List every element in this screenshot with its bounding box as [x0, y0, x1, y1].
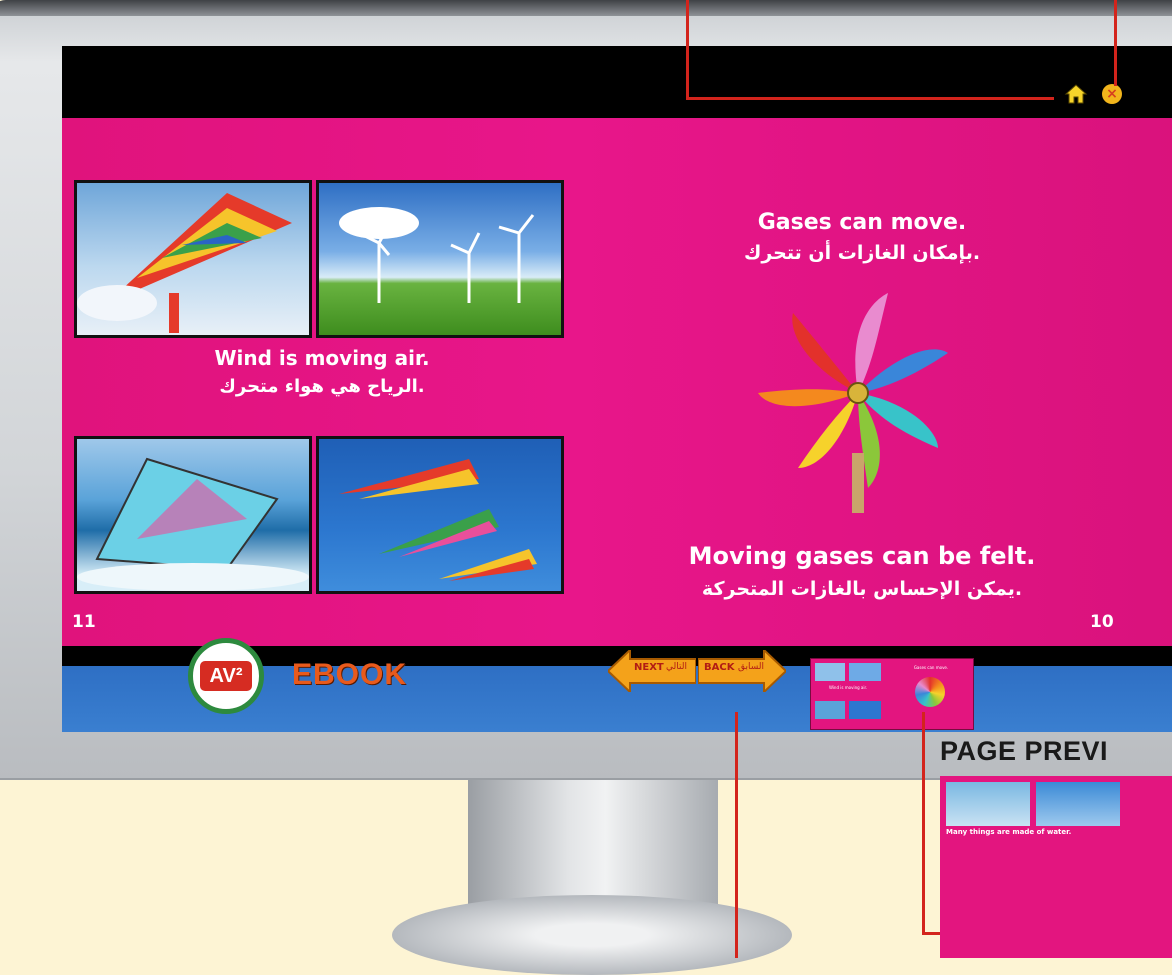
av2-logo-text: AV² — [200, 661, 252, 691]
page-preview-thumbnail[interactable]: Wind is moving air. Gases can move. — [810, 658, 974, 730]
next-label: NEXT — [634, 662, 664, 673]
close-icon[interactable]: × — [1102, 84, 1122, 104]
callout-preview-image: Many things are made of water. — [940, 776, 1172, 958]
next-label-ar: التالي — [666, 662, 687, 672]
right-heading-ar: بإمكان الغازات أن تتحرك. — [743, 242, 981, 264]
windsurfer-photo — [74, 436, 312, 594]
left-caption-ar: الرياح هي هواء متحرك. — [219, 376, 425, 397]
right-caption-ar: يمكن الإحساس بالغازات المتحركة. — [701, 578, 1023, 600]
ebook-screen: × Wind is moving air. الرياح هي هواء متح… — [62, 46, 1172, 732]
callout-line — [686, 97, 1054, 100]
back-label: BACK — [704, 662, 735, 673]
monitor-stand-base — [392, 895, 792, 975]
preview-pinwheel — [915, 677, 945, 707]
back-label-ar: السابق — [738, 662, 765, 672]
right-caption-en: Moving gases can be felt. — [688, 542, 1036, 570]
left-page-number: 11 — [72, 612, 96, 632]
callout-line — [922, 932, 942, 935]
av2-logo[interactable]: AV² — [188, 638, 264, 714]
bottom-toolbar: AV² EBOOK NEXT التالي BACK السابق Wind i… — [62, 638, 1172, 732]
page-preview-callout-label: PAGE PREVI — [940, 736, 1109, 766]
callout-line — [1114, 0, 1117, 86]
left-caption-en: Wind is moving air. — [214, 346, 430, 370]
callout-line — [686, 0, 689, 100]
top-bar: × — [62, 46, 1172, 118]
preview-heading: Gases can move. — [913, 665, 949, 670]
right-heading-en: Gases can move. — [757, 210, 967, 235]
callout-line — [735, 712, 738, 958]
next-button[interactable]: NEXT التالي — [606, 647, 697, 695]
back-button[interactable]: BACK السابق — [697, 647, 788, 695]
callout-preview-caption: Many things are made of water. — [946, 828, 1072, 836]
monitor-top-edge — [0, 0, 1172, 16]
right-page-number: 10 — [1090, 612, 1114, 632]
callout-line — [922, 712, 925, 934]
home-icon[interactable] — [1064, 82, 1088, 106]
windsocks-photo — [316, 436, 564, 594]
ebook-label: EBOOK — [292, 658, 408, 691]
kite-photo — [74, 180, 312, 338]
book-spread: Wind is moving air. الرياح هي هواء متحرك… — [62, 118, 1172, 646]
pinwheel-image — [758, 293, 948, 513]
wind-turbines-photo — [316, 180, 564, 338]
preview-caption: Wind is moving air. — [828, 685, 868, 690]
